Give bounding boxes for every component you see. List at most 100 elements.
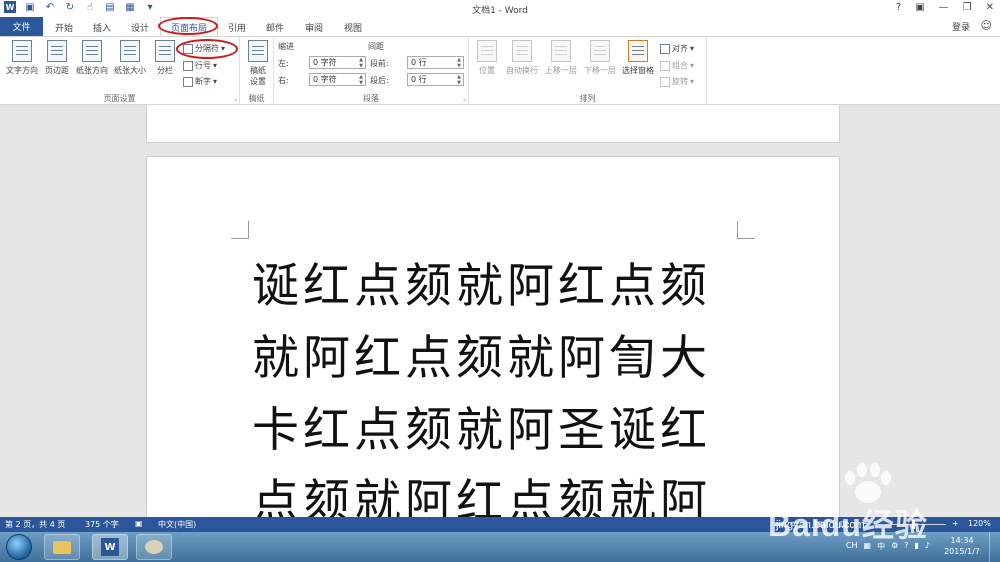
text-direction-button[interactable]: 文字方向 <box>4 40 40 76</box>
margin-corner-mark <box>231 221 249 239</box>
send-backward-button[interactable]: 下移一层 <box>581 40 619 76</box>
feedback-icon[interactable]: ☺ <box>981 19 992 32</box>
zoom-slider-thumb[interactable] <box>912 520 915 529</box>
restore-icon[interactable]: ❐ <box>963 2 972 13</box>
spacing-after-input[interactable]: 0 行 ▲ ▼ <box>407 73 464 86</box>
start-button[interactable] <box>6 534 32 560</box>
tab-view[interactable]: 视图 <box>344 21 362 34</box>
selection-pane-label: 选择窗格 <box>622 66 654 75</box>
wrap-text-icon <box>512 40 532 62</box>
spacing-before-value: 0 行 <box>411 58 427 67</box>
word-taskbar-button[interactable]: W <box>92 534 128 560</box>
align-button[interactable]: 对齐 ▾ <box>660 43 694 54</box>
chevron-down-icon: ▾ <box>690 44 695 53</box>
tab-mailings[interactable]: 邮件 <box>266 21 284 34</box>
clock[interactable]: 14:34 2015/1/7 <box>944 535 980 557</box>
size-button[interactable]: 纸张大小 <box>112 40 148 76</box>
tab-insert[interactable]: 插入 <box>93 21 111 34</box>
ribbon-display-icon[interactable]: ▣ <box>915 2 924 13</box>
margins-button[interactable]: 页边距 <box>43 40 71 76</box>
close-icon[interactable]: ✕ <box>986 2 994 13</box>
position-icon <box>477 40 497 62</box>
ribbon-tabs: 文件 开始 插入 设计 页面布局 引用 邮件 审阅 视图 登录 ☺ <box>0 17 1000 36</box>
minimize-icon[interactable]: — <box>939 2 949 13</box>
zoom-level[interactable]: 120% <box>968 519 991 528</box>
document-area[interactable]: 诞红点颏就阿红点颏 就阿红点颏就阿訇大 卡红点颏就阿圣诞红 点颏就阿红点颏就阿 <box>0 105 1000 517</box>
tab-references[interactable]: 引用 <box>228 21 246 34</box>
page-count[interactable]: 第 2 页，共 4 页 <box>5 519 65 530</box>
document-body[interactable]: 诞红点颏就阿红点颏 就阿红点颏就阿訇大 卡红点颏就阿圣诞红 点颏就阿红点颏就阿 <box>252 251 752 517</box>
paint-taskbar-button[interactable] <box>136 534 172 560</box>
zoom-slider[interactable] <box>876 524 946 525</box>
word-count[interactable]: 375 个字 <box>85 519 119 530</box>
spacing-after-value: 0 行 <box>411 75 427 84</box>
show-desktop-button[interactable] <box>989 532 1000 562</box>
tray-ime[interactable]: 中 <box>877 541 885 552</box>
group-label-arrange: 排列 <box>579 94 596 103</box>
help-tray-icon[interactable]: ? <box>904 541 908 552</box>
bring-forward-button[interactable]: 上移一层 <box>542 40 580 76</box>
group-paragraph: 缩进 间距 左: 0 字符 ▲ ▼ 右: 0 字符 ▲ ▼ 段前: 0 行 ▲ ▼ 段… <box>274 37 469 105</box>
indent-left-input[interactable]: 0 字符 ▲ ▼ <box>309 56 366 69</box>
spacing-header: 间距 <box>368 42 384 51</box>
explorer-taskbar-button[interactable] <box>44 534 80 560</box>
volume-icon[interactable]: ♪ <box>925 541 930 552</box>
spinner-icon[interactable]: ▲ ▼ <box>359 74 363 86</box>
spacing-before-input[interactable]: 0 行 ▲ ▼ <box>407 56 464 69</box>
page-current[interactable]: 诞红点颏就阿红点颏 就阿红点颏就阿訇大 卡红点颏就阿圣诞红 点颏就阿红点颏就阿 <box>146 156 840 517</box>
tab-home[interactable]: 开始 <box>55 21 73 34</box>
help-icon[interactable]: ? <box>896 2 901 13</box>
orientation-button[interactable]: 纸张方向 <box>74 40 110 76</box>
text-line[interactable]: 卡红点颏就阿圣诞红 <box>252 395 752 467</box>
keyboard-icon[interactable]: ▦ <box>864 541 872 552</box>
hyphenation-button[interactable]: 断字 ▾ <box>183 76 217 87</box>
selection-pane-button[interactable]: 选择窗格 <box>619 40 657 76</box>
highlight-ring-breaks <box>176 39 238 59</box>
align-label: 对齐 <box>672 44 688 53</box>
tab-review[interactable]: 审阅 <box>305 21 323 34</box>
title-bar: W ▣ ↶ ↻ ☝ ▤ ▦ ▾ 文档1 - Word ? ▣ — ❐ ✕ <box>0 0 1000 17</box>
indent-right-input[interactable]: 0 字符 ▲ ▼ <box>309 73 366 86</box>
ribbon: 文字方向 页边距 纸张方向 纸张大小 分栏 分隔符 ▾ 行号 ▾ 断字 ▾ 页面… <box>0 36 1000 105</box>
tray-language[interactable]: CH <box>846 541 858 552</box>
proofing-icon[interactable]: ▣ <box>135 519 143 528</box>
dialog-launcher-icon[interactable]: ⌟ <box>234 94 237 102</box>
window-controls: ? ▣ — ❐ ✕ <box>896 2 994 13</box>
line-numbers-icon <box>183 60 193 71</box>
text-direction-icon <box>12 40 32 62</box>
zoom-in-icon[interactable]: + <box>952 519 959 528</box>
dialog-launcher-icon[interactable]: ⌟ <box>463 94 466 102</box>
system-tray: CH ▦ 中 ⚙ ? ▮ ♪ <box>846 541 930 552</box>
orientation-label: 纸张方向 <box>76 66 108 75</box>
watermark-url: jingyan.baidu.com <box>776 519 865 531</box>
wrap-text-button[interactable]: 自动换行 <box>502 40 542 76</box>
group-objects-button[interactable]: 组合 ▾ <box>660 60 694 71</box>
text-line[interactable]: 诞红点颏就阿红点颏 <box>252 251 752 323</box>
spinner-icon[interactable]: ▲ ▼ <box>457 57 461 69</box>
language-status[interactable]: 中文(中国) <box>158 519 196 530</box>
bring-forward-icon <box>551 40 571 62</box>
wrap-text-label: 自动换行 <box>506 66 538 75</box>
manuscript-setup-button[interactable]: 稿纸 设置 <box>247 40 269 87</box>
ime-settings-icon[interactable]: ⚙ <box>891 541 898 552</box>
sign-in-link[interactable]: 登录 <box>952 20 970 33</box>
paper-size-icon <box>120 40 140 62</box>
text-line[interactable]: 就阿红点颏就阿訇大 <box>252 323 752 395</box>
text-line[interactable]: 点颏就阿红点颏就阿 <box>252 467 752 517</box>
page-previous <box>146 105 840 143</box>
position-button[interactable]: 位置 <box>475 40 499 76</box>
group-page-setup: 文字方向 页边距 纸张方向 纸张大小 分栏 分隔符 ▾ 行号 ▾ 断字 ▾ 页面… <box>0 37 240 105</box>
rotate-label: 旋转 <box>672 77 688 86</box>
clock-time: 14:34 <box>950 536 974 545</box>
rotate-button[interactable]: 旋转 ▾ <box>660 76 694 87</box>
tab-design[interactable]: 设计 <box>131 21 149 34</box>
columns-button[interactable]: 分栏 <box>154 40 176 76</box>
tab-file[interactable]: 文件 <box>0 17 43 36</box>
word-app-icon: W <box>101 538 119 556</box>
spinner-icon[interactable]: ▲ ▼ <box>457 74 461 86</box>
send-backward-label: 下移一层 <box>584 66 616 75</box>
line-numbers-button[interactable]: 行号 ▾ <box>183 60 217 71</box>
spinner-icon[interactable]: ▲ ▼ <box>359 57 363 69</box>
network-icon[interactable]: ▮ <box>914 541 918 552</box>
paint-palette-icon <box>145 540 163 554</box>
